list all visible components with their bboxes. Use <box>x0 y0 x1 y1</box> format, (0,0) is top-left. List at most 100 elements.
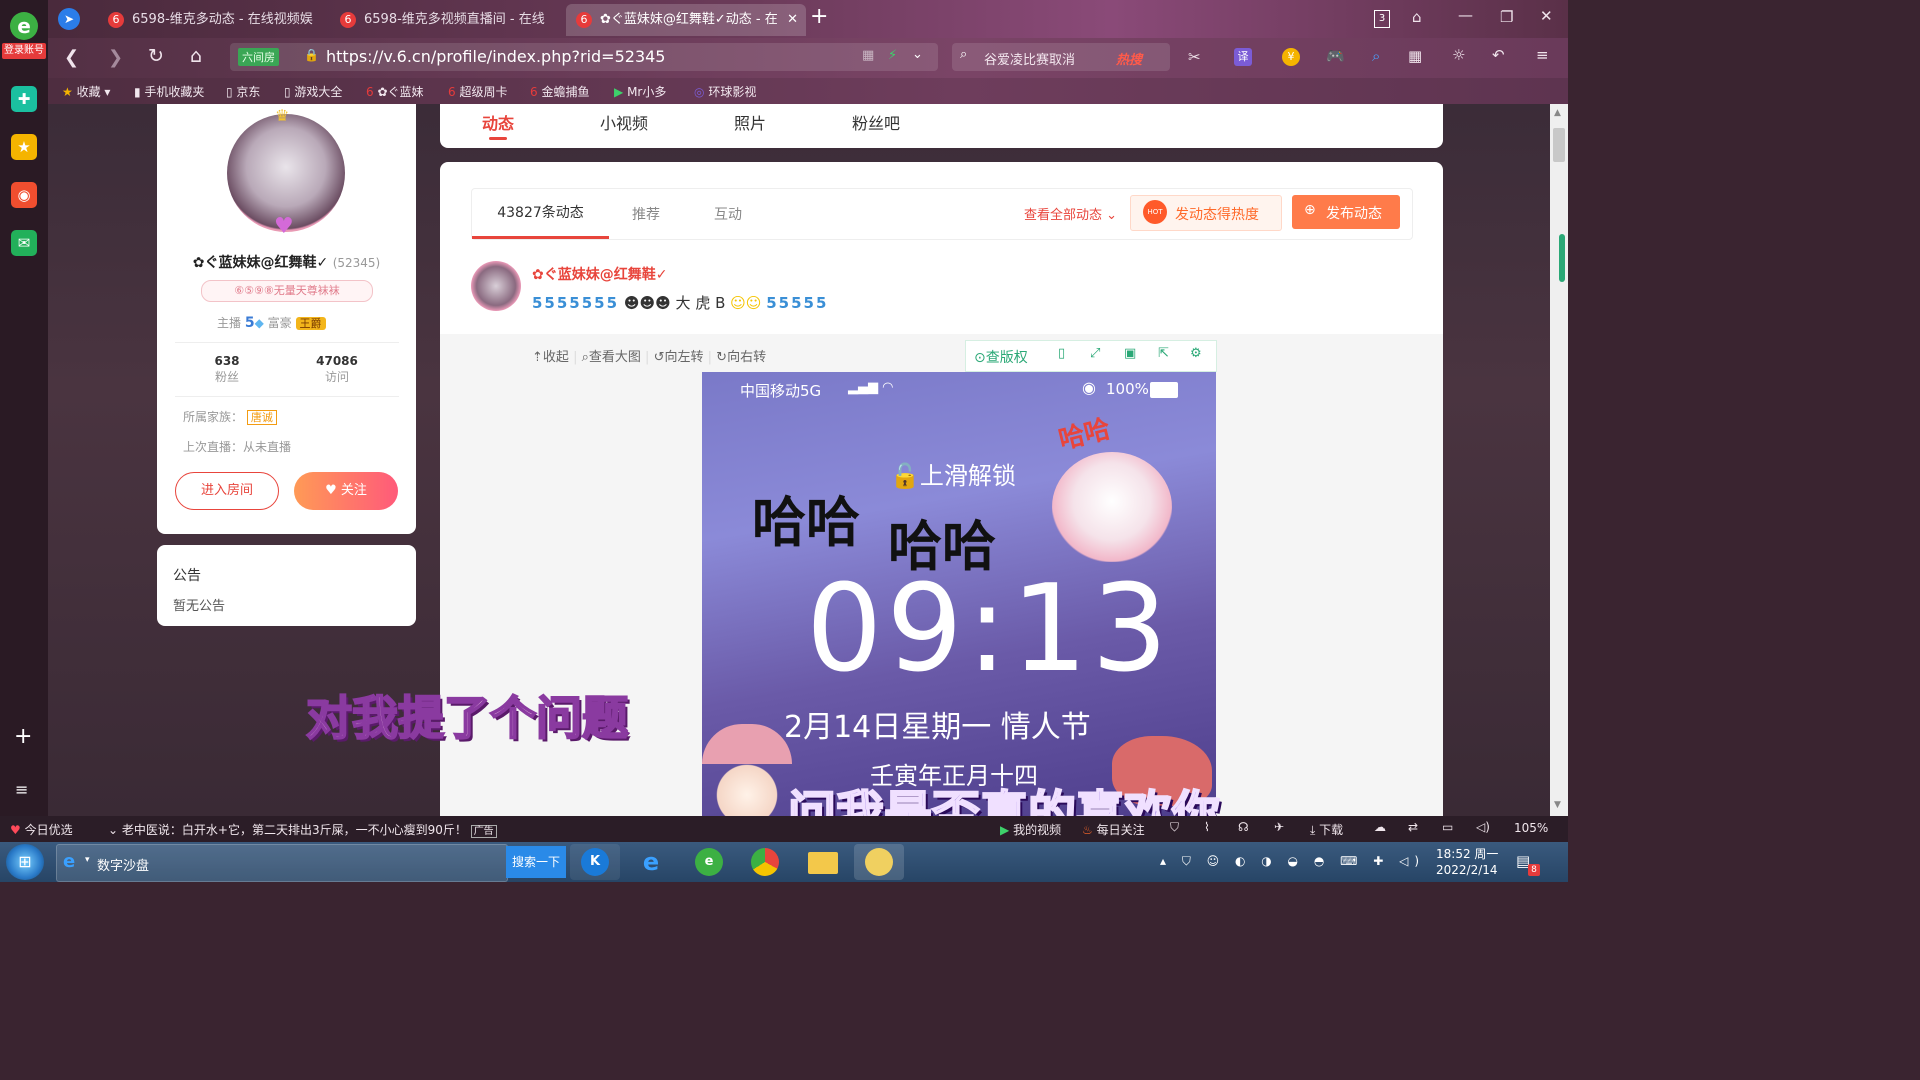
tab-post-count[interactable]: 43827条动态 <box>472 189 609 239</box>
weibo-icon[interactable]: ◉ <box>11 182 37 208</box>
sync-icon[interactable]: ⇄ <box>1408 820 1418 834</box>
tab-photos[interactable]: 照片 <box>734 110 766 134</box>
scissors-icon[interactable]: ✂ <box>1188 48 1201 66</box>
tab-1[interactable]: 6 6598-维克多动态 - 在线视频娱 <box>98 4 326 36</box>
post-image[interactable]: 中国移动5G ▂▄▆ ◠ ◉ 100% 哈哈 🔓上滑解锁 哈哈 哈哈 09:13… <box>702 372 1216 816</box>
bookmark-movies[interactable]: ◎ 环球影视 <box>694 83 756 100</box>
post-author[interactable]: ✿ぐ蓝妹妹@红舞鞋✓ <box>532 264 667 284</box>
sound-icon[interactable]: ◁) <box>1476 820 1490 834</box>
view-all-dropdown[interactable]: 查看全部动态 ⌄ <box>1024 204 1117 223</box>
bookmark-games[interactable]: ▯ 游戏大全 <box>284 83 342 100</box>
settings-gear-icon[interactable]: ⚙ <box>1190 346 1202 361</box>
new-tab-icon[interactable]: + <box>810 4 828 29</box>
follow-button[interactable]: ♥ 关注 <box>294 472 398 510</box>
login-button[interactable]: 登录账号 <box>2 43 46 59</box>
bookmark-fishing[interactable]: 6 金蟾捕鱼 <box>530 83 589 100</box>
tab-3[interactable]: 6 ✿ぐ蓝妹妹@红舞鞋✓动态 - 在 ✕ <box>566 4 806 36</box>
news-ticker[interactable]: ⌄ 老中医说：白开水+它，第二天排出3斤屎，一不小心瘦到90斤！ 广告 <box>108 821 497 838</box>
browser-360-icon[interactable]: e <box>684 844 734 880</box>
rotate-left-button[interactable]: ↺向左转 <box>654 350 704 365</box>
view-large-button[interactable]: ⌕查看大图 <box>582 350 641 365</box>
family-tag[interactable]: 唐诚 <box>246 410 277 425</box>
brightness-icon[interactable]: ☼ <box>1452 46 1465 64</box>
plus-app-icon[interactable]: ✚ <box>11 86 37 112</box>
undo-icon[interactable]: ↶ <box>1492 46 1505 64</box>
tab-recommend[interactable]: 推荐 <box>632 204 660 224</box>
mail-icon[interactable]: ✉ <box>11 230 37 256</box>
home-icon[interactable]: ⌂ <box>190 45 202 67</box>
hot-search-label[interactable]: 热搜 <box>1116 49 1142 68</box>
tab-2[interactable]: 6 6598-维克多视频直播间 - 在线 <box>330 4 558 36</box>
kugou-icon[interactable]: K <box>570 844 620 880</box>
game-icon[interactable]: 🎮 <box>1326 47 1345 65</box>
browser-logo-icon[interactable]: e <box>10 12 38 40</box>
zoom-level[interactable]: 105% <box>1514 821 1548 835</box>
ie-icon[interactable]: e <box>626 844 676 880</box>
daily-pick-button[interactable]: ♥ 今日优选 <box>10 821 73 838</box>
daily-follow-button[interactable]: ♨ 每日关注 <box>1082 821 1145 838</box>
folder-icon[interactable] <box>798 844 848 880</box>
taskbar-search-button[interactable]: 搜索一下 <box>506 846 566 878</box>
tab-interact[interactable]: 互动 <box>714 204 742 224</box>
coin-icon[interactable]: ¥ <box>1282 48 1300 66</box>
translate-button[interactable]: 译 <box>1234 48 1252 66</box>
grid-apps-icon[interactable]: ▦ <box>1408 47 1422 65</box>
expand-icon[interactable]: ⤢ <box>1090 346 1100 361</box>
zoom-search-icon[interactable]: ⌕ <box>1372 47 1380 65</box>
ie-window-button[interactable]: e ▾ 数字沙盘 <box>56 844 508 882</box>
qr-icon[interactable]: ▦ <box>862 48 874 63</box>
publish-button[interactable]: ⊕ 发布动态 <box>1292 195 1400 229</box>
forward-icon[interactable]: ❯ <box>108 47 123 68</box>
shield-icon[interactable]: ⛉ <box>1170 820 1179 835</box>
chevron-down-icon[interactable]: ⌄ <box>912 47 923 62</box>
chart-icon[interactable]: ⌇ <box>1204 820 1210 834</box>
collapse-button[interactable]: ⇡收起 <box>532 350 569 365</box>
back-icon[interactable]: ❮ <box>64 47 79 68</box>
headset-icon[interactable]: ☊ <box>1238 820 1249 834</box>
close-window-icon[interactable]: ✕ <box>1540 7 1553 25</box>
start-button[interactable]: ⊞ <box>6 844 44 880</box>
restore-icon[interactable]: ❐ <box>1500 8 1513 26</box>
cloud-icon[interactable]: ☁ <box>1374 820 1386 834</box>
rotate-right-button[interactable]: ↻向右转 <box>716 350 766 365</box>
clock[interactable]: 18:52 周一 2022/2/14 <box>1436 846 1498 878</box>
heat-button[interactable]: HOT 发动态得热度 <box>1130 195 1282 231</box>
main-menu-icon[interactable]: ≡ <box>1536 46 1549 64</box>
save-icon[interactable]: ▯ <box>1058 346 1065 361</box>
bookmark-jd[interactable]: ▯ 京东 <box>226 83 260 100</box>
post-avatar[interactable] <box>471 261 521 311</box>
bookmark-profile[interactable]: 6 ✿ぐ蓝妹 <box>366 83 424 100</box>
bookmark-mr[interactable]: ▶ Mr小多 <box>614 83 666 100</box>
search-field[interactable]: ⌕ 谷爱凌比赛取消 热搜 <box>952 43 1170 71</box>
bolt-icon[interactable]: ⚡ <box>888 48 897 63</box>
enter-room-button[interactable]: 进入房间 <box>175 472 279 510</box>
media-app-icon[interactable] <box>854 844 904 880</box>
menu-list-icon[interactable]: ≡ <box>15 780 28 799</box>
rocket-icon[interactable]: ✈ <box>1274 820 1284 834</box>
bookmark-mobile[interactable]: ▮ 手机收藏夹 <box>134 83 204 100</box>
tab-fan-bar[interactable]: 粉丝吧 <box>852 110 900 134</box>
copyright-button[interactable]: ⊙查版权 <box>974 347 1028 367</box>
side-handle[interactable] <box>1559 234 1565 282</box>
my-video-button[interactable]: ▶ 我的视频 <box>1000 821 1061 838</box>
tab-dynamic[interactable]: 动态 <box>482 110 514 140</box>
minimize-icon[interactable]: — <box>1458 6 1473 24</box>
url-field[interactable]: 六间房 🔒 https://v.6.cn/profile/index.php?r… <box>230 43 938 71</box>
navigate-icon[interactable]: ➤ <box>58 8 80 30</box>
bookmark-weekly[interactable]: 6 超级周卡 <box>448 83 507 100</box>
scroll-up-icon[interactable]: ▲ <box>1554 108 1561 118</box>
chrome-icon[interactable] <box>740 844 790 880</box>
tab-count-badge[interactable]: 3 <box>1374 10 1390 28</box>
share-icon[interactable]: ⇱ <box>1158 346 1169 361</box>
skin-icon[interactable]: ⌂ <box>1412 8 1422 26</box>
tab-short-video[interactable]: 小视频 <box>600 110 648 134</box>
scroll-down-icon[interactable]: ▼ <box>1554 800 1561 810</box>
page-scrollbar[interactable]: ▲ ▼ <box>1550 104 1568 816</box>
download-icon[interactable]: ▣ <box>1124 346 1136 361</box>
bookmark-favorites[interactable]: ★ 收藏 ▾ <box>62 83 110 100</box>
tray-icons[interactable]: ▴ ⛉ ☺ ◐ ◑ ◒ ◓ ⌨ ✚ ◁) <box>1160 854 1425 869</box>
close-tab-icon[interactable]: ✕ <box>787 4 798 36</box>
window-icon[interactable]: ▭ <box>1442 820 1453 834</box>
add-icon[interactable]: + <box>14 724 32 749</box>
download-manager-button[interactable]: ⤓ 下载 <box>1310 821 1343 838</box>
